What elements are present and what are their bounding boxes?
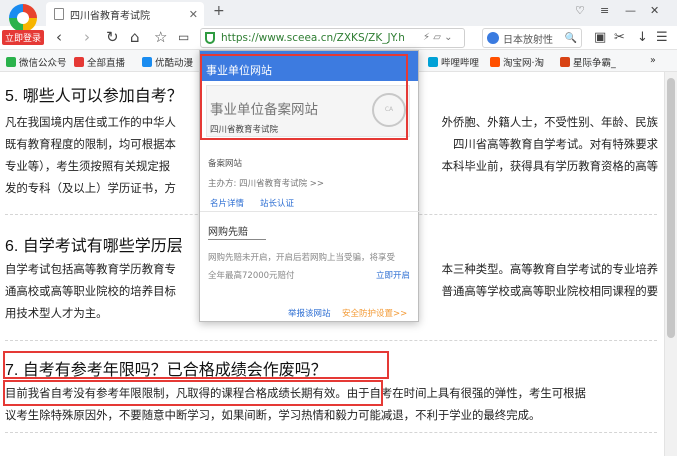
back-icon[interactable]: ‹ bbox=[56, 29, 62, 45]
new-tab-button[interactable]: + bbox=[213, 3, 225, 19]
sidebar-icon[interactable]: ▭ bbox=[178, 29, 189, 45]
wechat-icon bbox=[6, 57, 16, 67]
shield-icon[interactable] bbox=[205, 32, 215, 44]
forward-icon[interactable]: › bbox=[84, 29, 90, 45]
more-bookmarks[interactable]: » bbox=[650, 55, 656, 66]
live-icon bbox=[74, 57, 84, 67]
close-window-icon[interactable]: ✕ bbox=[650, 4, 659, 17]
report-link[interactable]: 举报该网站 bbox=[288, 307, 331, 319]
youku-icon bbox=[142, 57, 152, 67]
q5-title: 5. 哪些人可以参加自考？ bbox=[5, 88, 183, 105]
taobao-icon bbox=[490, 57, 500, 67]
bookmark-item[interactable]: 优酷动漫 bbox=[142, 55, 193, 69]
shop-line1: 网购先赔未开启，开启后若网购上当受骗，将享受 bbox=[208, 253, 396, 263]
skin-icon[interactable]: ♡ bbox=[575, 4, 585, 17]
search-engine-icon[interactable] bbox=[487, 32, 499, 44]
scroll-thumb[interactable] bbox=[667, 78, 675, 338]
url-text: https://www.sceea.cn/ZXKS/ZK_JY.h bbox=[221, 32, 405, 44]
bookmark-star-icon[interactable]: ☆ bbox=[154, 29, 167, 45]
search-box[interactable]: 日本放射性 🔍 bbox=[482, 28, 582, 48]
game-icon bbox=[560, 57, 570, 67]
main-menu-icon[interactable]: ☰ bbox=[656, 30, 668, 45]
highlight-box bbox=[200, 54, 408, 140]
download-icon[interactable]: ↓ bbox=[637, 30, 648, 45]
scrollbar[interactable] bbox=[664, 72, 677, 456]
enable-button[interactable]: 立即开启 bbox=[376, 269, 410, 281]
shop-title: 网购先赔 bbox=[208, 227, 248, 238]
browser-logo-icon[interactable] bbox=[9, 4, 37, 32]
bookmark-item[interactable]: 哔哩哔哩 bbox=[428, 55, 479, 69]
page-icon bbox=[54, 8, 64, 20]
lightning-icon[interactable]: ⚡ ▱ ⌄ bbox=[423, 32, 452, 43]
account-icon[interactable]: ▣ bbox=[594, 30, 606, 45]
menu-icon[interactable]: ≡ bbox=[600, 4, 609, 17]
tab-close-icon[interactable]: ✕ bbox=[189, 8, 198, 21]
search-icon[interactable]: 🔍 bbox=[565, 33, 577, 44]
address-bar[interactable]: https://www.sceea.cn/ZXKS/ZK_JY.h ⚡ ▱ ⌄ bbox=[200, 28, 465, 48]
minimize-icon[interactable]: — bbox=[625, 4, 636, 17]
record-label: 备案网站 bbox=[208, 159, 243, 169]
highlight-box bbox=[3, 380, 383, 406]
home-icon[interactable]: ⌂ bbox=[130, 29, 140, 45]
popup-divider bbox=[200, 211, 420, 212]
divider bbox=[5, 340, 657, 341]
highlight-box bbox=[3, 351, 389, 379]
q5-right: 外侨胞、外籍人士，不受性别、年龄、民族 四川省高等教育自学考试。对有特殊要求 本科毕… bbox=[441, 117, 658, 173]
bookmark-item[interactable]: 微信公众号 bbox=[6, 55, 67, 69]
bookmark-item[interactable]: 全部直播 bbox=[74, 55, 125, 69]
search-text: 日本放射性 bbox=[503, 34, 553, 46]
bilibili-icon bbox=[428, 57, 438, 67]
cut-icon[interactable]: ✂ bbox=[614, 30, 625, 45]
login-badge[interactable]: 立即登录 bbox=[2, 30, 45, 45]
card-detail-link[interactable]: 名片详情 bbox=[210, 197, 244, 209]
q6-title: 6. 自学考试有哪些学历层 bbox=[5, 238, 183, 255]
tab-title: 四川省教育考试院 bbox=[70, 10, 150, 22]
q6-right: 本三种类型。高等教育自学考试的专业培养 普通高等学校或高等职业院校相同课程的要 bbox=[441, 264, 658, 298]
sponsor-text[interactable]: 主办方: 四川省教育考试院 >> bbox=[208, 177, 324, 189]
settings-link[interactable]: 安全防护设置>> bbox=[342, 307, 407, 319]
browser-tab[interactable]: 四川省教育考试院 ✕ bbox=[46, 2, 204, 26]
bookmark-item[interactable]: 星际争霸_ bbox=[560, 55, 616, 69]
underline bbox=[208, 239, 266, 240]
bookmark-item[interactable]: 淘宝网·淘 bbox=[490, 55, 544, 69]
shop-line2: 全年最高72000元赔付 bbox=[208, 271, 295, 281]
webmaster-link[interactable]: 站长认证 bbox=[260, 197, 294, 209]
divider bbox=[5, 432, 657, 433]
reload-icon[interactable]: ↻ bbox=[106, 29, 119, 45]
